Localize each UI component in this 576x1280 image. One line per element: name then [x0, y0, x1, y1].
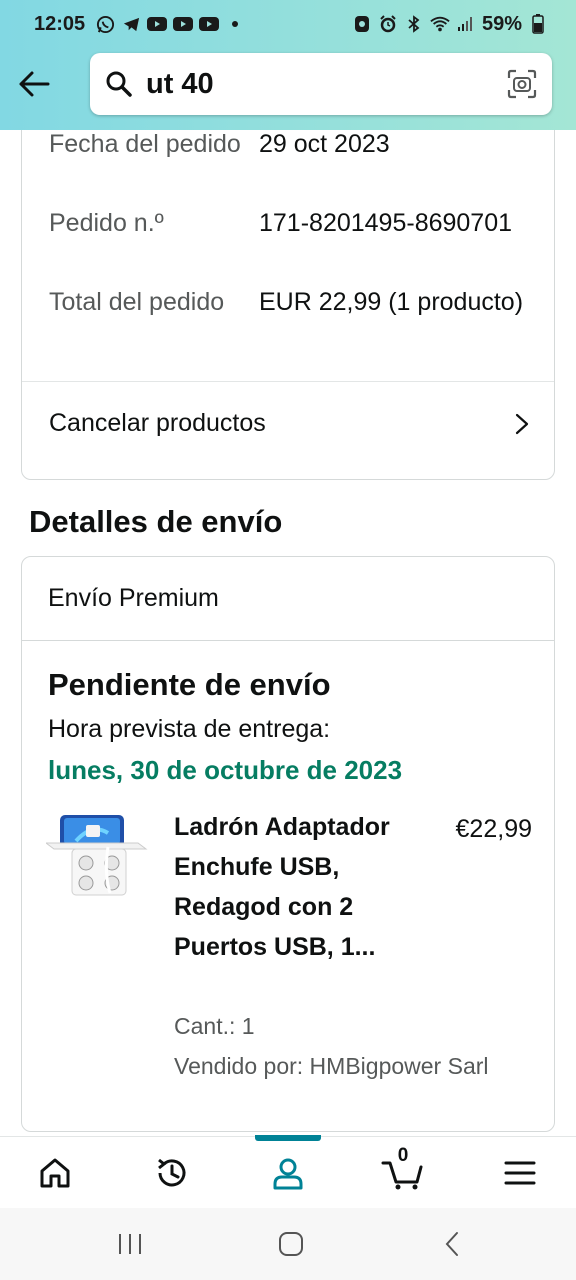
shipping-type: Envío Premium: [22, 557, 554, 641]
product-title[interactable]: Ladrón Adaptador Enchufe USB, Redagod co…: [174, 807, 414, 967]
order-date-label: Fecha del pedido: [49, 130, 241, 158]
eta-label: Hora prevista de entrega:: [48, 715, 331, 743]
product-quantity: Cant.: 1: [174, 1013, 255, 1039]
app-header: 12:05 59% ut 40: [0, 0, 576, 130]
battery-icon: [528, 14, 548, 34]
signal-icon: [456, 14, 476, 34]
whatsapp-icon: [95, 14, 115, 34]
recents-icon[interactable]: [100, 1226, 160, 1262]
status-left-icons: [95, 14, 245, 34]
cart-count: 0: [397, 1145, 409, 1166]
cancel-products-button[interactable]: Cancelar productos: [22, 381, 554, 465]
shipping-card: Envío Premium Pendiente de envío Hora pr…: [21, 556, 555, 1132]
youtube-icon: [173, 14, 194, 34]
dot-icon: [225, 14, 245, 34]
order-number-row: Pedido n.º 171-8201495-8690701: [49, 204, 529, 243]
search-bar[interactable]: [90, 53, 552, 115]
order-total-row: Total del pedido EUR 22,99 (1 producto): [49, 283, 529, 322]
account-icon[interactable]: [240, 1137, 336, 1209]
bluetooth-icon: [404, 14, 424, 34]
wifi-icon: [430, 14, 450, 34]
order-number-value: 171-8201495-8690701: [259, 209, 513, 237]
order-number-label: Pedido n.º: [49, 209, 164, 237]
shipping-section-title: Detalles de envío: [29, 504, 283, 539]
search-icon: [104, 69, 134, 99]
system-navigation: [0, 1208, 576, 1280]
telegram-icon: [121, 14, 141, 34]
youtube-icon: [147, 14, 168, 34]
camera-icon[interactable]: [506, 68, 538, 100]
order-date-row: Fecha del pedido 29 oct 2023: [49, 130, 529, 164]
home-icon[interactable]: [7, 1137, 103, 1209]
cart-icon[interactable]: 0: [355, 1137, 451, 1209]
home-circle-icon[interactable]: [261, 1226, 321, 1262]
order-total-value: EUR 22,99 (1 producto): [259, 288, 524, 316]
shipping-status: Pendiente de envío: [48, 667, 331, 702]
alarm-icon: [378, 14, 398, 34]
status-time: 12:05: [34, 12, 86, 35]
status-right-icons: 59%: [352, 13, 548, 36]
search-input[interactable]: [146, 67, 486, 101]
menu-icon[interactable]: [472, 1137, 568, 1209]
back-arrow-icon[interactable]: [14, 64, 54, 104]
status-bar: 12:05 59%: [0, 0, 576, 48]
face-icon: [352, 14, 372, 34]
product-seller: Vendido por: HMBigpower Sarl: [174, 1053, 489, 1079]
chevron-right-icon: [510, 412, 534, 436]
order-content: Fecha del pedido 29 oct 2023 Pedido n.º …: [0, 130, 576, 1136]
youtube-icon: [199, 14, 220, 34]
eta-date: lunes, 30 de octubre de 2023: [48, 755, 403, 785]
back-icon[interactable]: [422, 1226, 482, 1262]
order-date-value: 29 oct 2023: [259, 130, 390, 158]
product-image[interactable]: [44, 813, 150, 917]
order-total-label: Total del pedido: [49, 288, 225, 316]
battery-percent: 59%: [481, 12, 522, 35]
history-icon[interactable]: [124, 1137, 220, 1209]
product-price: €22,99: [455, 815, 532, 843]
cancel-products-label: Cancelar productos: [49, 409, 266, 437]
order-summary-card: Fecha del pedido 29 oct 2023 Pedido n.º …: [21, 130, 555, 480]
bottom-navigation: 0: [0, 1135, 576, 1209]
